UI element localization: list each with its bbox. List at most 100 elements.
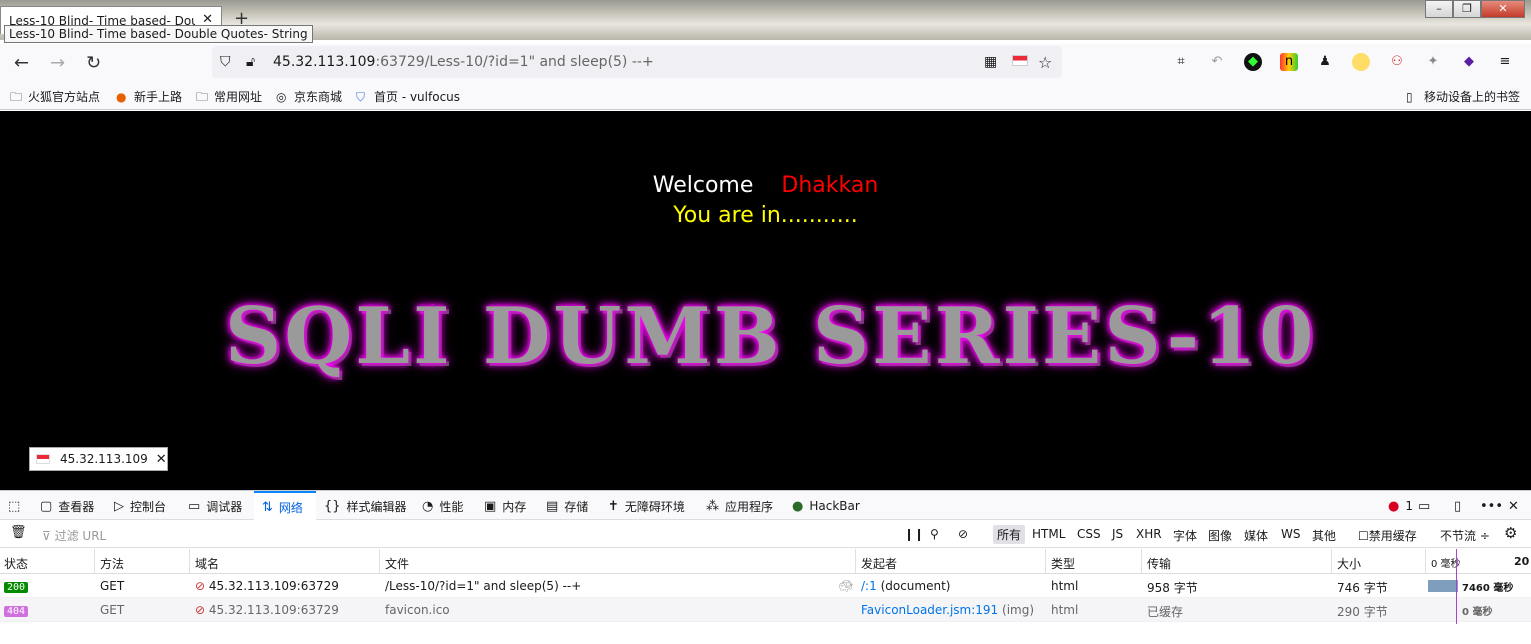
puzzle-icon[interactable]: ✦ bbox=[1424, 53, 1442, 71]
insecure-lock-icon[interactable]: 🔓︎ bbox=[246, 54, 255, 70]
filter-input[interactable]: ⊽ 过滤 URL bbox=[42, 527, 106, 544]
qr-code-icon[interactable]: ▦ bbox=[984, 54, 997, 70]
col-domain[interactable]: 域名 bbox=[195, 555, 219, 572]
url-bar[interactable]: ⛉ 🔓︎ 45.32.113.109:63729/Less-10/?id=1" … bbox=[212, 46, 1062, 78]
maximize-icon[interactable]: ❐ bbox=[1453, 0, 1481, 18]
settings-gear-icon[interactable]: ⚙ bbox=[1504, 524, 1517, 542]
bookmark-item[interactable]: 🗀 火狐官方站点 bbox=[10, 88, 100, 105]
tab-hackbar[interactable]: ● HackBar bbox=[792, 491, 860, 521]
col-timeline-end: 20 bbox=[1514, 555, 1530, 568]
domain-cell: ⊘ 45.32.113.109:63729 bbox=[195, 603, 339, 617]
type-cell: html bbox=[1051, 603, 1079, 617]
bookmark-star-icon[interactable]: ☆ bbox=[1038, 53, 1052, 72]
shield-icon: ⛉ bbox=[356, 89, 366, 104]
bookmark-item[interactable]: ◎ 京东商城 bbox=[276, 88, 342, 105]
filter-other[interactable]: 其他 bbox=[1312, 527, 1336, 544]
table-row[interactable]: 200 GET ⊘ 45.32.113.109:63729 /Less-10/?… bbox=[0, 574, 1531, 598]
col-initiator[interactable]: 发起者 bbox=[861, 555, 897, 572]
col-file[interactable]: 文件 bbox=[385, 555, 409, 572]
initiator-cell[interactable]: FaviconLoader.jsm:191 (img) bbox=[861, 603, 1034, 617]
tab-memory[interactable]: ▣ 内存 bbox=[484, 491, 526, 521]
filter-xhr[interactable]: XHR bbox=[1136, 527, 1162, 541]
login-message: You are in........... bbox=[673, 203, 858, 228]
window-close-icon[interactable]: ✕ bbox=[1481, 0, 1525, 18]
forward-icon[interactable]: → bbox=[50, 53, 65, 74]
memory-icon: ▣ bbox=[484, 498, 497, 514]
storage-icon: ▤ bbox=[546, 498, 559, 514]
pause-icon[interactable]: ❙❙ bbox=[904, 527, 924, 541]
search-icon[interactable]: ⚲ bbox=[930, 527, 939, 541]
tab-style-editor[interactable]: {} 样式编辑器 bbox=[324, 491, 407, 521]
block-icon[interactable]: ⊘ bbox=[958, 527, 968, 541]
col-type[interactable]: 类型 bbox=[1051, 555, 1075, 572]
hackbar-icon: ● bbox=[792, 498, 804, 514]
ublock-icon[interactable]: ◆ bbox=[1244, 53, 1262, 71]
error-count[interactable]: ● 1 bbox=[1388, 491, 1413, 521]
close-devtools-icon[interactable]: ✕ bbox=[1508, 491, 1519, 521]
firefox-icon: ● bbox=[116, 89, 127, 104]
size-cell: 746 字节 bbox=[1337, 581, 1388, 595]
picker-icon[interactable]: ⬚ bbox=[8, 491, 20, 521]
tab-application[interactable]: ⁂ 应用程序 bbox=[706, 491, 773, 521]
tab-storage[interactable]: ▤ 存储 bbox=[546, 491, 588, 521]
tracking-shield-icon[interactable]: ⛉ bbox=[220, 54, 231, 70]
filter-all[interactable]: 所有 bbox=[993, 525, 1026, 544]
welcome-line: Welcome Dhakkan bbox=[652, 173, 879, 198]
tab-console[interactable]: ▷ 控制台 bbox=[114, 491, 166, 521]
bookmark-item[interactable]: ● 新手上路 bbox=[116, 88, 182, 105]
table-header: 状态 方法 域名 文件 发起者 类型 传输 大小 0 毫秒 20 bbox=[0, 549, 1531, 574]
filter-js[interactable]: JS bbox=[1112, 527, 1123, 541]
undo-icon[interactable]: ↶ bbox=[1208, 53, 1226, 71]
transfer-cell: 已缓存 bbox=[1147, 605, 1184, 619]
filter-fonts[interactable]: 字体 bbox=[1173, 527, 1197, 544]
network-filter-bar: 🗑︎ ⊽ 过滤 URL ❙❙ ⚲ ⊘ 所有 HTML CSS JS XHR 字体… bbox=[0, 520, 1531, 548]
tab-inspector[interactable]: ▢ 查看器 bbox=[40, 491, 94, 521]
sun-icon[interactable]: ● bbox=[1352, 53, 1370, 71]
disable-cache-checkbox[interactable]: ☐禁用缓存 bbox=[1358, 527, 1417, 544]
insecure-icon: ⊘ bbox=[195, 603, 206, 617]
filter-images[interactable]: 图像 bbox=[1208, 527, 1232, 544]
filter-css[interactable]: CSS bbox=[1077, 527, 1101, 541]
back-icon[interactable]: ← bbox=[14, 53, 29, 74]
reload-icon[interactable]: ↻ bbox=[86, 53, 101, 74]
filter-ws[interactable]: WS bbox=[1281, 527, 1300, 541]
hackbar-extension-icon[interactable]: ◆ bbox=[1460, 53, 1478, 71]
tab-accessibility[interactable]: ✝ 无障碍环境 bbox=[608, 491, 685, 521]
bookmark-item[interactable]: 🗀 常用网址 bbox=[196, 88, 262, 105]
extension-icon[interactable]: n bbox=[1280, 53, 1298, 71]
col-size[interactable]: 大小 bbox=[1337, 555, 1361, 572]
wappalyzer-icon[interactable]: ⚇ bbox=[1388, 53, 1406, 71]
accessibility-icon: ✝ bbox=[608, 498, 619, 514]
tab-network[interactable]: ⇅ 网络 bbox=[254, 491, 316, 521]
more-icon[interactable]: ••• bbox=[1480, 491, 1503, 521]
tab-performance[interactable]: ◔ 性能 bbox=[422, 491, 463, 521]
network-icon: ⇅ bbox=[262, 499, 273, 515]
initiator-cell[interactable]: /:1 (document) bbox=[861, 579, 950, 593]
window-controls: – ❐ ✕ bbox=[1425, 0, 1525, 18]
tab-debugger[interactable]: ▭ 调试器 bbox=[188, 491, 242, 521]
globe-icon: ◎ bbox=[276, 89, 287, 104]
proxy-icon[interactable]: ♟ bbox=[1316, 53, 1334, 71]
throttle-select[interactable]: 不节流 ÷ bbox=[1440, 527, 1490, 544]
filter-media[interactable]: 媒体 bbox=[1244, 527, 1268, 544]
mobile-bookmarks[interactable]: ▯ 移动设备上的书签 bbox=[1406, 88, 1520, 105]
col-status[interactable]: 状态 bbox=[4, 555, 28, 572]
dock-icon[interactable]: ▭ bbox=[1418, 491, 1430, 521]
bookmark-item[interactable]: ⛉ 首页 - vulfocus bbox=[356, 88, 460, 105]
crop-icon[interactable]: ⌗ bbox=[1172, 53, 1190, 71]
console-icon: ▷ bbox=[114, 498, 124, 514]
close-icon[interactable]: ✕ bbox=[156, 452, 167, 467]
inspector-icon: ▢ bbox=[40, 498, 53, 514]
minimize-icon[interactable]: – bbox=[1425, 0, 1453, 18]
col-transfer[interactable]: 传输 bbox=[1147, 555, 1171, 572]
col-method[interactable]: 方法 bbox=[100, 555, 124, 572]
flag-icon[interactable] bbox=[1012, 55, 1028, 66]
menu-icon[interactable]: ≡ bbox=[1496, 53, 1514, 71]
filter-html[interactable]: HTML bbox=[1032, 527, 1065, 541]
turtle-icon: 🐢︎ bbox=[838, 579, 854, 593]
table-row[interactable]: 404 GET ⊘ 45.32.113.109:63729 favicon.ic… bbox=[0, 598, 1531, 622]
type-cell: html bbox=[1051, 579, 1079, 593]
url-text[interactable]: 45.32.113.109:63729/Less-10/?id=1" and s… bbox=[273, 54, 654, 70]
responsive-icon[interactable]: ▯ bbox=[1454, 491, 1461, 521]
trash-icon[interactable]: 🗑︎ bbox=[10, 525, 27, 540]
